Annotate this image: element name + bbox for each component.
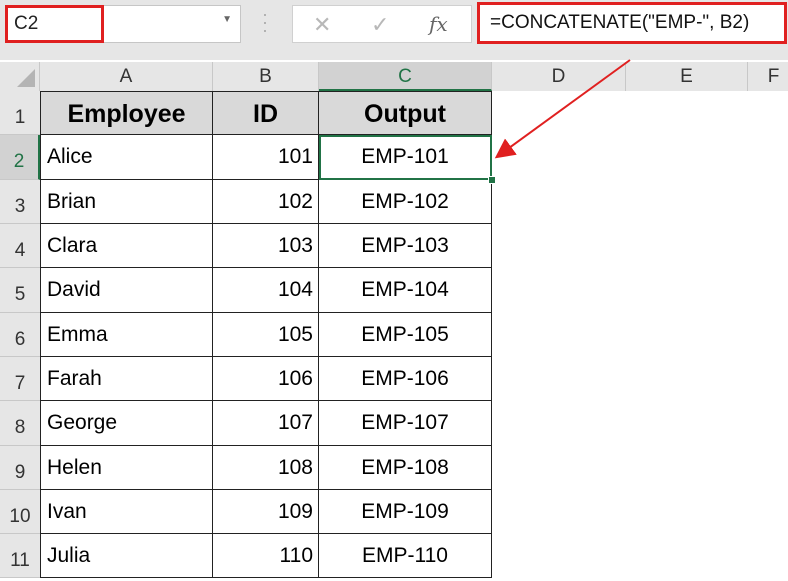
annotation-arrow [494,59,631,159]
